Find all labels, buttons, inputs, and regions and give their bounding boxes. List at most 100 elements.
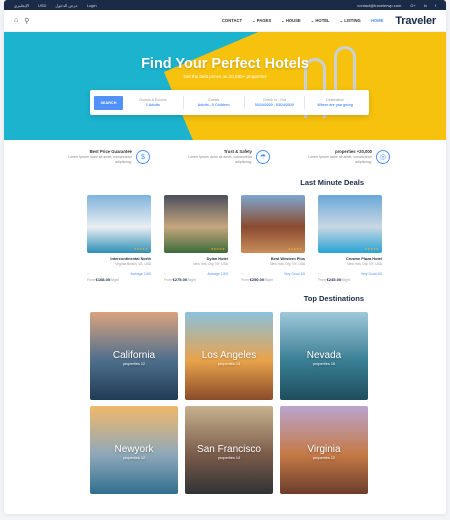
login-link[interactable]: Login: [87, 3, 97, 8]
check-in-out-field[interactable]: Check In - Out 03/24/2020 - 03/24/2020: [245, 98, 305, 108]
rating-stars: ★★★★★: [133, 247, 148, 251]
destination-label: San Francisco properties 14: [185, 444, 273, 460]
destination-properties: properties 16: [312, 362, 336, 366]
deal-image[interactable]: ★★★★★: [87, 195, 151, 253]
deal-address: New York City, NY, USA: [347, 262, 382, 266]
deals-list: ★★★★★ Intercontinental North Virginia Be…: [4, 195, 446, 282]
price-value: €108.00: [95, 277, 111, 282]
destination-properties: properties 14: [217, 362, 241, 366]
deal-review: ⋯ Average 2.5/5: [164, 272, 228, 276]
rating-stars: ★★★★★: [287, 247, 302, 251]
review-score: Very Good 4/5: [360, 272, 382, 276]
deal-name[interactable]: Intercontinental North: [87, 256, 151, 261]
destination-label: Los Angeles properties 14: [185, 350, 273, 366]
top-bar-right: contact@travelerwp.com G+ in f: [357, 3, 436, 8]
field-value: 1 Adults: [145, 102, 160, 107]
deal-image[interactable]: ★★★★★: [318, 195, 382, 253]
chevron-down-icon: ⌄: [310, 18, 315, 23]
nav-item-listing[interactable]: ⌄ LISTING: [340, 18, 361, 23]
nav-item-contact[interactable]: CONTACT: [222, 18, 242, 23]
deal-card[interactable]: ★★★★★ Dylan Hotel New York City, NY, USA…: [164, 195, 228, 282]
deal-name[interactable]: Crowne Plaza Hotel: [318, 256, 382, 261]
deal-name[interactable]: Dylan Hotel: [164, 256, 228, 261]
destination-card[interactable]: Los Angeles properties 14: [185, 312, 273, 400]
destination-name[interactable]: Virginia: [280, 444, 368, 455]
destination-name[interactable]: San Francisco: [185, 444, 273, 455]
destination-card[interactable]: Newyork properties 12: [90, 406, 178, 494]
review-count: ⋯: [318, 272, 322, 276]
destination-name[interactable]: California: [90, 350, 178, 361]
deal-image[interactable]: ★★★★★: [164, 195, 228, 253]
feature-text: Lorem ipsum dolor sit amet, consectetur …: [188, 155, 252, 164]
price-unit: /Night: [341, 278, 350, 282]
umbrella-icon: ☂: [256, 150, 270, 164]
deal-review: ⋯ Very Good 4/5: [318, 272, 382, 276]
review-score: Very Good 4/5: [283, 272, 305, 276]
feature-title: properties +20,000: [335, 149, 372, 154]
field-value: 03/24/2020 - 03/24/2020: [254, 102, 294, 107]
price-value: €250.00: [249, 277, 265, 282]
deals-section-title: Last Minute Deals: [300, 178, 364, 187]
review-score: Average 2.5/5: [130, 272, 151, 276]
destination-label: Newyork properties 12: [90, 444, 178, 460]
linkedin-icon[interactable]: in: [424, 3, 427, 8]
destination-label: Nevada properties 16: [280, 350, 368, 366]
currency-selector[interactable]: USD: [38, 3, 46, 8]
destination-name[interactable]: Newyork: [90, 444, 178, 455]
brand-logo[interactable]: Traveler: [395, 15, 436, 27]
nav-item-hotel[interactable]: ⌄ HOTEL: [311, 18, 330, 23]
destination-card[interactable]: California properties 12: [90, 312, 178, 400]
chevron-down-icon: ⌄: [339, 18, 344, 23]
nav-item-house[interactable]: ⌄ HOUSE: [281, 18, 301, 23]
review-count: ⋯: [87, 272, 91, 276]
deal-review: ⋯ Average 2.5/5: [87, 272, 151, 276]
signup-link[interactable]: عرض الدخول: [55, 3, 77, 8]
price-unit: /Night: [264, 278, 273, 282]
guests-rooms-field[interactable]: Guests & Rooms 1 Adults: [123, 98, 183, 108]
price-value: €275.00: [172, 277, 188, 282]
feature-trust-safety: Trust & Safety Lorem ipsum dolor sit amet…: [180, 149, 270, 178]
review-count: ⋯: [164, 272, 168, 276]
deal-price: From €275.00/Night: [164, 277, 228, 282]
home-icon[interactable]: ⌂: [14, 17, 18, 25]
hero-banner: Find Your Perfect Hotels Get the best pr…: [4, 32, 446, 140]
destination-card[interactable]: Virginia properties 12: [280, 406, 368, 494]
destination-field[interactable]: Destination Where are you going: [305, 98, 365, 108]
deal-price: From €245.00/Night: [318, 277, 382, 282]
nav-menu: CONTACT ⌄ PAGES ⌄ HOUSE ⌄ HOTEL ⌄ LISTIN…: [222, 18, 383, 23]
nav-item-pages[interactable]: ⌄ PAGES: [252, 18, 271, 23]
destination-properties: properties 14: [217, 456, 241, 460]
chevron-down-icon: ⌄: [281, 18, 285, 23]
destination-properties: properties 12: [122, 362, 146, 366]
destination-card[interactable]: San Francisco properties 14: [185, 406, 273, 494]
feature-title: Trust & Safety: [223, 149, 252, 154]
hotel-search-form: SEARCH Guests & Rooms 1 Adults Guests Ad…: [90, 90, 369, 115]
destination-properties: properties 12: [312, 456, 336, 460]
price-value: €245.00: [326, 277, 342, 282]
facebook-icon[interactable]: f: [435, 3, 436, 8]
contact-email[interactable]: contact@travelerwp.com: [357, 3, 401, 8]
feature-text: Lorem ipsum dolor sit amet, consectetur …: [68, 155, 132, 164]
destination-name[interactable]: Nevada: [280, 350, 368, 361]
deal-name[interactable]: Best Western Plus: [241, 256, 305, 261]
globe-icon: ◎: [376, 150, 390, 164]
search-button[interactable]: SEARCH: [94, 95, 123, 110]
deal-card[interactable]: ★★★★★ Crowne Plaza Hotel New York City, …: [318, 195, 382, 282]
deal-card[interactable]: ★★★★★ Best Western Plus New York City, N…: [241, 195, 305, 282]
deal-review: ⋯ Very Good 4/5: [241, 272, 305, 276]
search-icon[interactable]: ⚲: [24, 17, 29, 25]
price-prefix: From: [241, 278, 249, 282]
language-selector[interactable]: الإنجليزي: [14, 3, 29, 8]
deal-image[interactable]: ★★★★★: [241, 195, 305, 253]
deal-card[interactable]: ★★★★★ Intercontinental North Virginia Be…: [87, 195, 151, 282]
review-count: ⋯: [241, 272, 245, 276]
destination-label: Virginia properties 12: [280, 444, 368, 460]
feature-best-price: Best Price Guarantee Lorem ipsum dolor si…: [60, 149, 150, 178]
destination-label: California properties 12: [90, 350, 178, 366]
destination-card[interactable]: Nevada properties 16: [280, 312, 368, 400]
guests-field[interactable]: Guests Adults - 0 Children: [184, 98, 244, 108]
destination-name[interactable]: Los Angeles: [185, 350, 273, 361]
nav-item-home[interactable]: HOME: [371, 18, 384, 23]
field-value: Adults - 0 Children: [197, 102, 230, 107]
google-plus-icon[interactable]: G+: [410, 3, 415, 8]
